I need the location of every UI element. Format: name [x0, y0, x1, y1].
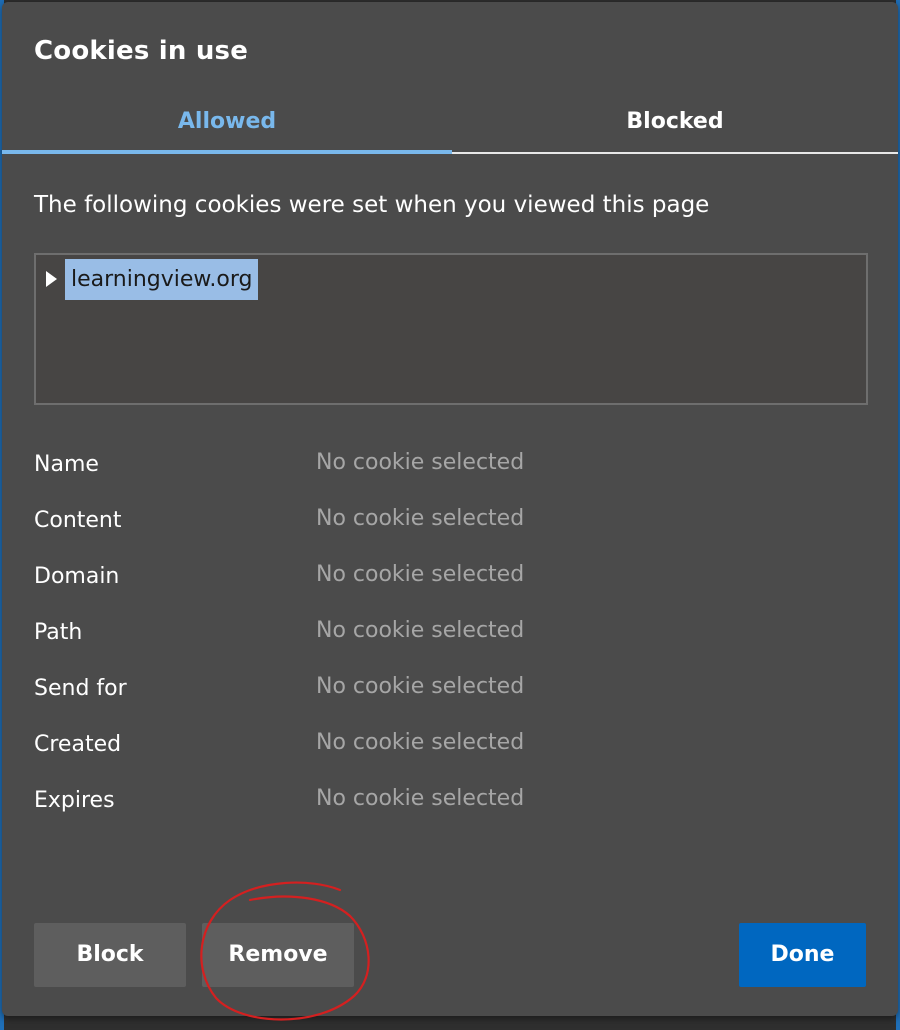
detail-value: No cookie selected	[316, 786, 525, 811]
detail-row-content: Content No cookie selected	[34, 504, 864, 560]
tab-divider	[452, 152, 898, 154]
block-button[interactable]: Block	[34, 923, 186, 987]
remove-button[interactable]: Remove	[202, 923, 354, 987]
detail-label: Created	[34, 732, 122, 757]
tab-bar: Allowed Blocked	[2, 98, 898, 154]
detail-label: Path	[34, 620, 83, 645]
tab-allowed[interactable]: Allowed	[2, 98, 452, 150]
detail-value: No cookie selected	[316, 674, 525, 699]
cookies-description: The following cookies were set when you …	[34, 192, 710, 218]
detail-label: Name	[34, 452, 99, 477]
detail-row-created: Created No cookie selected	[34, 728, 864, 784]
detail-row-send-for: Send for No cookie selected	[34, 672, 864, 728]
detail-row-name: Name No cookie selected	[34, 448, 864, 504]
detail-value: No cookie selected	[316, 618, 525, 643]
detail-row-domain: Domain No cookie selected	[34, 560, 864, 616]
tab-blocked[interactable]: Blocked	[452, 98, 898, 150]
detail-row-path: Path No cookie selected	[34, 616, 864, 672]
active-tab-indicator	[2, 150, 452, 154]
tree-item[interactable]: learningview.org	[46, 257, 259, 301]
detail-label: Domain	[34, 564, 120, 589]
detail-value: No cookie selected	[316, 450, 525, 475]
cookie-tree[interactable]: learningview.org	[34, 253, 868, 405]
dialog-title: Cookies in use	[34, 36, 249, 66]
detail-value: No cookie selected	[316, 562, 525, 587]
detail-label: Expires	[34, 788, 115, 813]
detail-value: No cookie selected	[316, 506, 525, 531]
cookie-details: Name No cookie selected Content No cooki…	[34, 448, 864, 840]
detail-label: Send for	[34, 676, 127, 701]
cookies-dialog: Cookies in use Allowed Blocked The follo…	[2, 2, 898, 1016]
done-button[interactable]: Done	[739, 923, 866, 987]
expand-arrow-icon[interactable]	[46, 271, 57, 287]
tree-item-label[interactable]: learningview.org	[65, 258, 259, 300]
detail-label: Content	[34, 508, 122, 533]
detail-value: No cookie selected	[316, 730, 525, 755]
detail-row-expires: Expires No cookie selected	[34, 784, 864, 840]
